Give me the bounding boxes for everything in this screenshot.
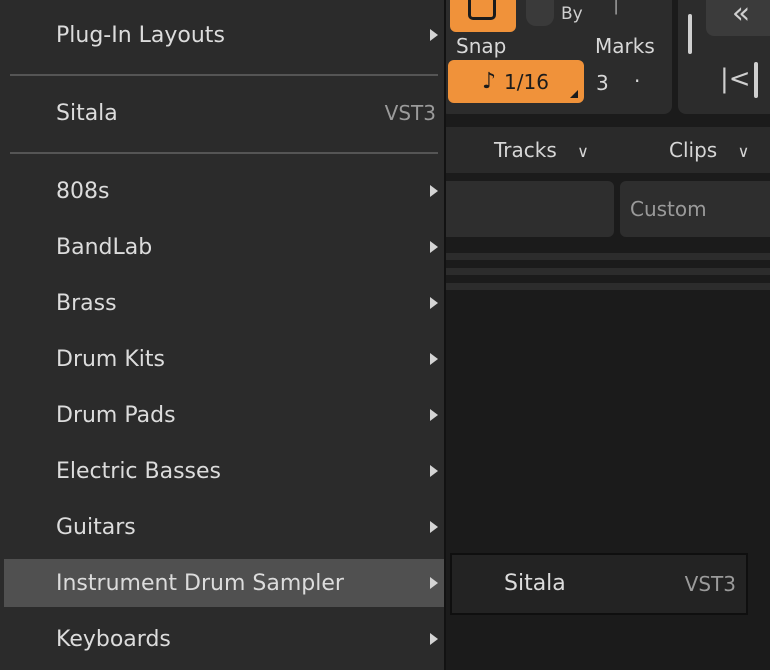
custom-label: Custom	[630, 197, 707, 221]
menu-item-label: 808s	[56, 178, 110, 204]
chevron-down-icon: ∨	[737, 142, 750, 161]
tab-tracks[interactable]: Tracks ∨	[494, 127, 589, 173]
menu-separator	[10, 74, 438, 76]
menu-item-label: Keyboards	[56, 626, 171, 652]
submenu-arrow-icon	[430, 353, 438, 365]
submenu-item-sitala[interactable]: Sitala VST3	[452, 555, 746, 613]
track-lane	[440, 268, 770, 275]
go-to-start-icon[interactable]: |<	[720, 64, 751, 94]
sixteenth-note-icon: ♪	[482, 69, 497, 94]
submenu-arrow-icon	[430, 29, 438, 41]
by-label: By	[561, 4, 583, 24]
menu-item-brass[interactable]: Brass	[4, 279, 444, 327]
tab-clips-label: Clips	[669, 138, 718, 162]
marks-label: Marks	[595, 34, 655, 58]
menu-item-bandlab[interactable]: BandLab	[4, 223, 444, 271]
submenu-arrow-icon	[430, 241, 438, 253]
menu-item-drum-kits[interactable]: Drum Kits	[4, 335, 444, 383]
submenu-arrow-icon	[430, 465, 438, 477]
menu-item-label: Plug-In Layouts	[56, 22, 225, 48]
snap-value-button[interactable]: ♪ 1/16	[448, 60, 584, 103]
menu-item-label: BandLab	[56, 234, 153, 260]
plugin-format-tag: VST3	[684, 572, 736, 596]
menu-item-label: Drum Pads	[56, 402, 176, 428]
chevron-down-icon: ∨	[577, 142, 589, 161]
menu-item-drum-pads[interactable]: Drum Pads	[4, 391, 444, 439]
metronome-button[interactable]	[450, 0, 516, 32]
submenu-arrow-icon	[430, 577, 438, 589]
track-lane	[440, 253, 770, 260]
drum-sampler-submenu: Sitala VST3	[450, 553, 748, 615]
track-view-tabs: Tracks ∨ Clips ∨	[440, 127, 770, 173]
menu-item-label: Sitala	[56, 100, 118, 126]
playhead-bar	[754, 62, 758, 98]
snap-by-toggle[interactable]	[526, 0, 554, 26]
submenu-item-label: Sitala	[504, 571, 566, 596]
marker-flag-icon[interactable]: ᚴ	[611, 0, 625, 18]
toolbar-divider	[688, 14, 692, 54]
menu-separator	[10, 152, 438, 154]
submenu-arrow-icon	[430, 633, 438, 645]
submenu-arrow-icon	[430, 521, 438, 533]
plugin-format-tag: VST3	[384, 101, 436, 125]
menu-item-electric-basses[interactable]: Electric Basses	[4, 447, 444, 495]
tab-clips[interactable]: Clips ∨	[669, 127, 749, 173]
metronome-icon	[468, 0, 496, 20]
menu-item-label: Electric Basses	[56, 458, 222, 484]
menu-item-808s[interactable]: 808s	[4, 167, 444, 215]
menu-item-guitars[interactable]: Guitars	[4, 503, 444, 551]
marks-dot: ·	[634, 69, 641, 93]
snap-value: 1/16	[504, 69, 549, 94]
snap-label: Snap	[456, 34, 507, 58]
tab-tracks-label: Tracks	[494, 138, 557, 162]
rewind-icon: «	[731, 0, 751, 31]
instrument-context-menu: Plug-In Layouts Sitala VST3 808s BandLab…	[0, 0, 446, 670]
track-lane	[440, 283, 770, 290]
menu-item-label: Brass	[56, 290, 117, 316]
rewind-button[interactable]: «	[706, 0, 770, 36]
submenu-arrow-icon	[430, 409, 438, 421]
menu-item-sitala[interactable]: Sitala VST3	[4, 89, 444, 137]
marks-value[interactable]: 3	[596, 71, 609, 95]
menu-item-label: Instrument Drum Sampler	[56, 570, 344, 596]
menu-item-keyboards[interactable]: Keyboards	[4, 615, 444, 663]
submenu-arrow-icon	[430, 297, 438, 309]
menu-item-label: Drum Kits	[56, 346, 165, 372]
menu-item-plug-in-layouts[interactable]: Plug-In Layouts	[4, 11, 444, 59]
header-cell	[440, 181, 614, 237]
menu-item-instrument-drum-sampler[interactable]: Instrument Drum Sampler	[4, 559, 444, 607]
menu-item-label: Guitars	[56, 514, 136, 540]
custom-cell[interactable]: Custom	[620, 181, 770, 237]
dropdown-corner-icon	[570, 90, 578, 98]
submenu-arrow-icon	[430, 185, 438, 197]
